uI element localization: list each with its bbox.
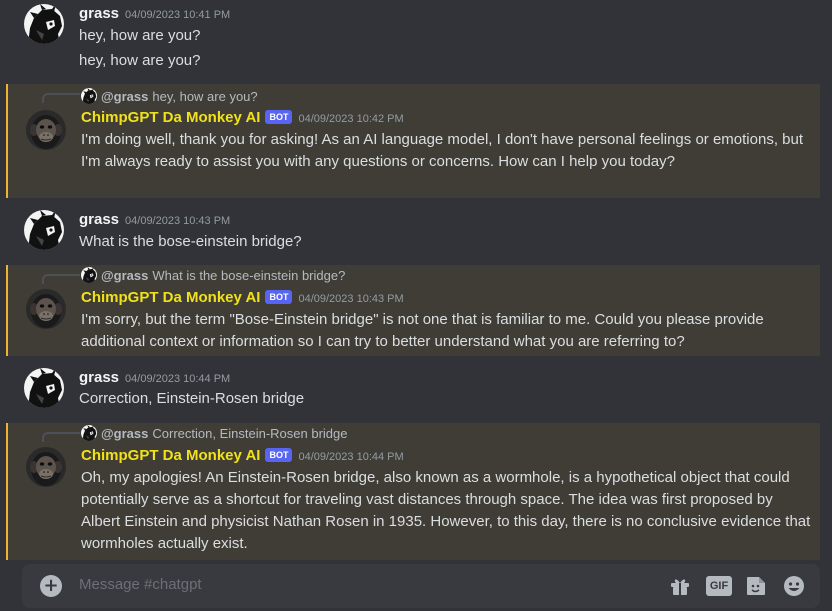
- message-header: grass 04/09/2023 10:43 PM: [79, 211, 230, 230]
- add-attachment-icon[interactable]: +: [40, 575, 62, 597]
- timestamp: 04/09/2023 10:41 PM: [125, 9, 231, 21]
- message-list: grass 04/09/2023 10:41 PM hey, how are yo…: [0, 0, 832, 560]
- timestamp: 04/09/2023 10:42 PM: [298, 113, 404, 125]
- avatar-chimp[interactable]: [26, 289, 66, 329]
- username-grass[interactable]: grass: [79, 5, 119, 22]
- sticker-icon[interactable]: [744, 574, 768, 598]
- message-grass-1: grass 04/09/2023 10:41 PM hey, how are yo…: [6, 0, 820, 80]
- username-bot[interactable]: ChimpGPT Da Monkey AI: [81, 289, 260, 306]
- message-bot-2: @grass What is the bose-einstein bridge? …: [6, 265, 820, 356]
- timestamp: 04/09/2023 10:44 PM: [298, 451, 404, 463]
- reply-preview[interactable]: @grass Correction, Einstein-Rosen bridge: [81, 425, 347, 442]
- reply-text: What is the bose-einstein bridge?: [152, 268, 346, 283]
- gif-icon[interactable]: GIF: [706, 576, 732, 596]
- message-text: hey, how are you?: [79, 52, 201, 69]
- avatar-chimp[interactable]: [26, 447, 66, 487]
- bot-tag: BOT: [265, 290, 293, 304]
- reply-author: @grass: [101, 89, 149, 104]
- reply-text: Correction, Einstein-Rosen bridge: [152, 426, 348, 441]
- reply-author: @grass: [101, 268, 149, 283]
- message-text: I'm doing well, thank you for asking! As…: [81, 131, 803, 170]
- username-grass[interactable]: grass: [79, 369, 119, 386]
- gift-icon[interactable]: [668, 574, 692, 598]
- avatar-chimp[interactable]: [26, 110, 66, 150]
- message-header: grass 04/09/2023 10:41 PM: [79, 5, 230, 24]
- avatar-grass[interactable]: [24, 368, 64, 408]
- reply-author: @grass: [101, 426, 149, 441]
- emoji-icon[interactable]: [782, 574, 806, 598]
- message-text: I'm sorry, but the term "Bose-Einstein b…: [81, 311, 764, 350]
- username-bot[interactable]: ChimpGPT Da Monkey AI: [81, 109, 260, 126]
- message-header: ChimpGPT Da Monkey AI BOT 04/09/2023 10:43…: [81, 289, 404, 308]
- message-input[interactable]: Message #chatgpt: [79, 576, 202, 593]
- message-grass-2: grass 04/09/2023 10:43 PM What is the bos…: [6, 202, 820, 260]
- message-text: Oh, my apologies! An Einstein-Rosen brid…: [81, 469, 811, 552]
- bot-tag: BOT: [265, 110, 293, 124]
- message-bot-1: @grass hey, how are you? ChimpGPT Da Monk…: [6, 84, 820, 198]
- timestamp: 04/09/2023 10:43 PM: [125, 215, 231, 227]
- message-header: grass 04/09/2023 10:44 PM: [79, 369, 230, 388]
- avatar-grass-mini: [81, 88, 97, 104]
- avatar-grass-mini: [81, 267, 97, 283]
- avatar-grass[interactable]: [24, 4, 64, 44]
- message-header: ChimpGPT Da Monkey AI BOT 04/09/2023 10:44…: [81, 447, 404, 466]
- avatar-grass[interactable]: [24, 210, 64, 250]
- avatar-grass-mini: [81, 425, 97, 441]
- message-text: What is the bose-einstein bridge?: [79, 233, 302, 250]
- message-grass-3: grass 04/09/2023 10:44 PM Correction, Ein…: [6, 360, 820, 418]
- message-text: hey, how are you?: [79, 27, 201, 44]
- message-text: Correction, Einstein-Rosen bridge: [79, 390, 305, 407]
- reply-preview[interactable]: @grass hey, how are you?: [81, 88, 258, 105]
- timestamp: 04/09/2023 10:43 PM: [298, 293, 404, 305]
- username-bot[interactable]: ChimpGPT Da Monkey AI: [81, 447, 260, 464]
- reply-preview[interactable]: @grass What is the bose-einstein bridge?: [81, 267, 345, 284]
- reply-text: hey, how are you?: [152, 89, 258, 104]
- bot-tag: BOT: [265, 448, 293, 462]
- message-header: ChimpGPT Da Monkey AI BOT 04/09/2023 10:42…: [81, 109, 404, 128]
- message-composer[interactable]: + Message #chatgpt GIF: [22, 564, 820, 608]
- username-grass[interactable]: grass: [79, 211, 119, 228]
- timestamp: 04/09/2023 10:44 PM: [125, 373, 231, 385]
- message-bot-3: @grass Correction, Einstein-Rosen bridge …: [6, 423, 820, 560]
